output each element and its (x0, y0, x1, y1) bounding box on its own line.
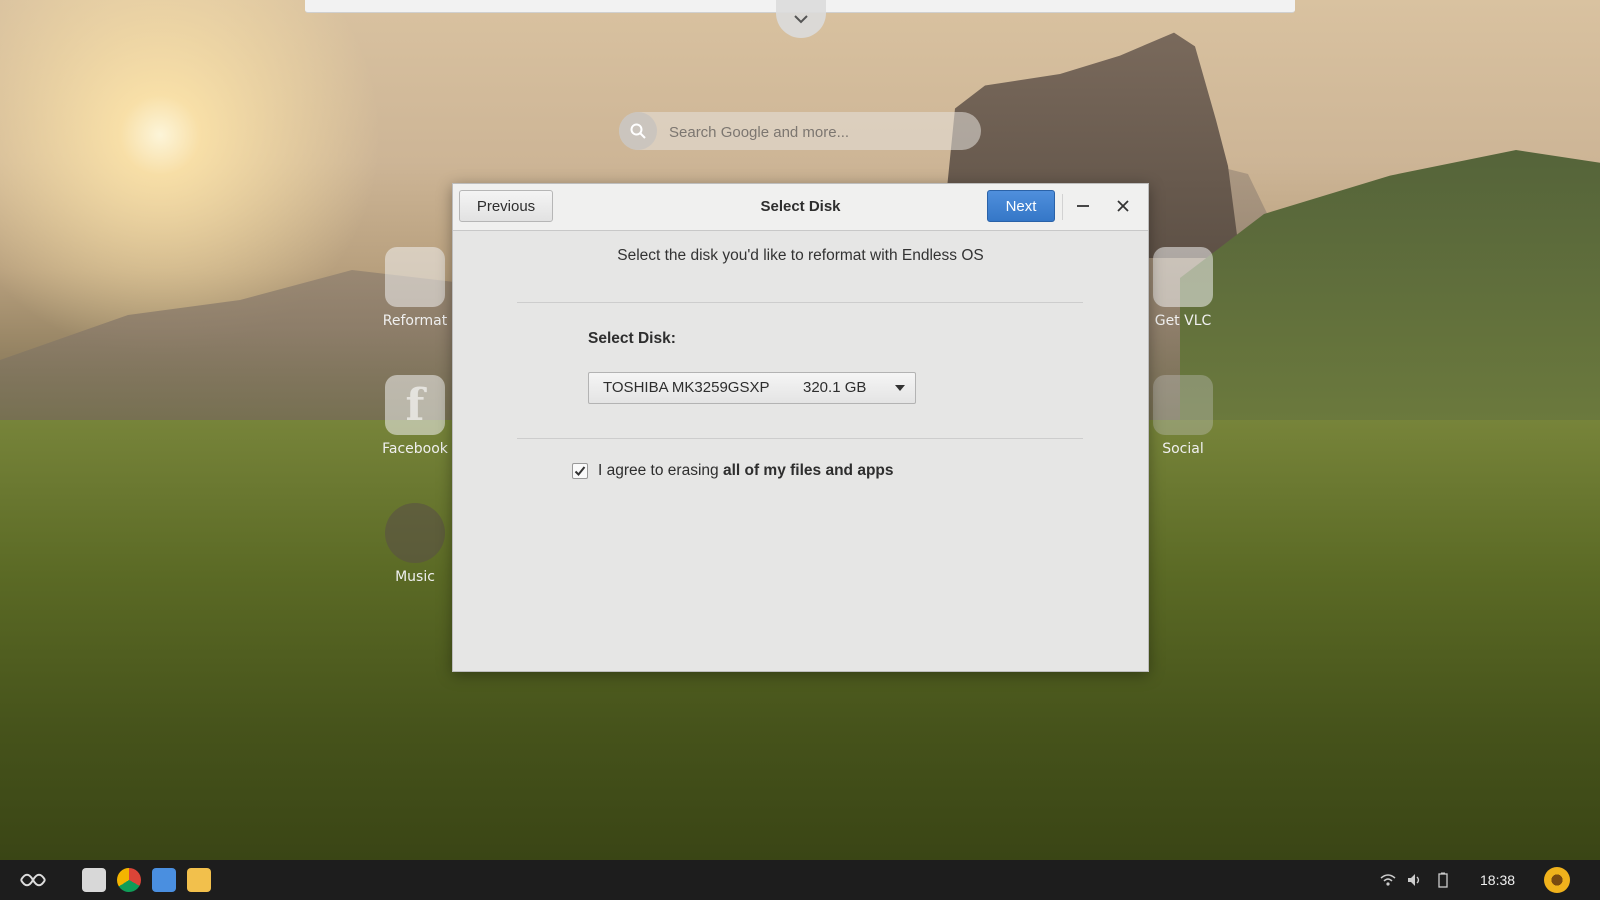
search-icon (619, 112, 657, 150)
minimize-icon[interactable] (1069, 192, 1097, 220)
checkmark-icon (574, 466, 586, 476)
desktop-app-label: Social (1162, 441, 1204, 457)
agree-erase-row[interactable]: I agree to erasing all of my files and a… (572, 462, 894, 480)
clock[interactable]: 18:38 (1480, 860, 1515, 900)
chrome-icon[interactable] (117, 868, 141, 892)
divider (517, 438, 1083, 439)
agree-text-prefix: I agree to erasing (598, 462, 723, 479)
disk-size: 320.1 GB (803, 379, 867, 396)
agree-text-bold: all of my files and apps (722, 462, 894, 479)
desktop-app-label: Get VLC (1154, 313, 1212, 329)
music-disc-icon (385, 503, 445, 563)
dropdown-arrow-icon (895, 385, 905, 391)
desktop-app-reformat[interactable]: Reformat (370, 247, 460, 329)
previous-button[interactable]: Previous (459, 190, 553, 222)
vlc-cone-icon (1153, 247, 1213, 307)
desktop-app-music[interactable]: Music (370, 503, 460, 585)
divider (517, 302, 1083, 303)
desktop-search[interactable] (619, 112, 981, 152)
user-avatar-icon[interactable] (1544, 867, 1570, 893)
desktop-app-label: Facebook (382, 441, 448, 457)
desktop-app-facebook[interactable]: f Facebook (370, 375, 460, 457)
social-folder-icon (1153, 375, 1213, 435)
browser-icon[interactable] (152, 868, 176, 892)
download-drive-icon (385, 247, 445, 307)
dialog-intro-text: Select the disk you'd like to reformat w… (617, 247, 984, 264)
dialog-titlebar: Previous Select Disk Next (453, 184, 1148, 231)
endless-menu-icon[interactable] (18, 870, 48, 890)
disk-name: TOSHIBA MK3259GSXP (603, 379, 770, 396)
search-input[interactable] (667, 112, 971, 152)
select-disk-label: Select Disk: (588, 330, 676, 347)
installer-icon[interactable] (82, 868, 106, 892)
battery-icon[interactable] (1433, 870, 1453, 890)
facebook-icon: f (385, 375, 445, 435)
select-disk-dialog: Previous Select Disk Next Select the dis… (452, 183, 1149, 672)
titlebar-separator (1062, 194, 1063, 220)
desktop-app-label: Reformat (382, 313, 448, 329)
desktop-app-label: Music (395, 569, 435, 585)
close-icon[interactable] (1109, 192, 1137, 220)
taskbar: 18:38 (0, 860, 1600, 900)
files-icon[interactable] (187, 868, 211, 892)
next-button[interactable]: Next (987, 190, 1055, 222)
disk-dropdown[interactable]: TOSHIBA MK3259GSXP 320.1 GB (588, 372, 916, 404)
volume-icon[interactable] (1405, 870, 1425, 890)
desktop-app-social[interactable]: Social (1138, 375, 1228, 457)
agree-checkbox[interactable] (572, 463, 588, 479)
wifi-icon[interactable] (1378, 870, 1398, 890)
chevron-down-icon[interactable] (776, 0, 826, 38)
desktop-app-get-vlc[interactable]: Get VLC (1138, 247, 1228, 329)
